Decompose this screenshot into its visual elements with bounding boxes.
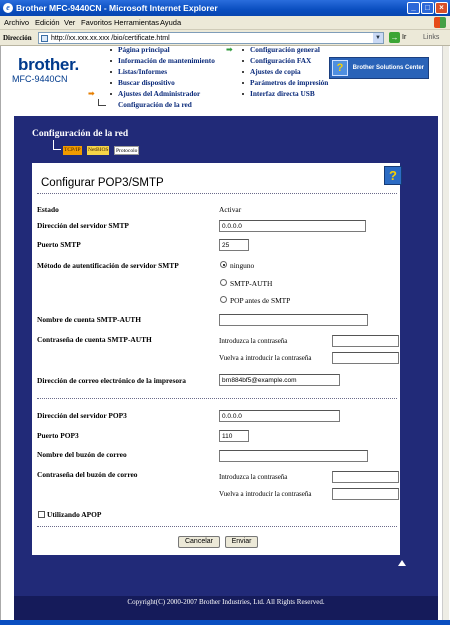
smtp-enter-password-label: Introduzca la contraseña	[219, 337, 288, 345]
smtp-password-label: Contraseña de cuenta SMTP-AUTH	[37, 335, 152, 344]
menu-archivo[interactable]: Archivo	[4, 18, 29, 27]
tree-connector-icon	[98, 99, 106, 106]
nav-item-lists[interactable]: Listas/Informes	[110, 67, 167, 76]
printer-email-input[interactable]	[219, 374, 340, 386]
page-icon	[41, 35, 48, 42]
window-bottom-border	[0, 620, 450, 625]
estado-value: Activar	[219, 205, 242, 214]
divider	[37, 398, 397, 399]
go-button[interactable]: Ir	[402, 34, 406, 41]
smtp-server-input[interactable]	[219, 220, 366, 232]
solutions-center-button[interactable]: ? Brother Solutions Center	[329, 57, 429, 79]
auth-none-label: ninguno	[230, 261, 255, 270]
divider	[37, 526, 397, 527]
mailbox-name-input[interactable]	[219, 450, 368, 462]
address-bar: Dirección http://xx.xxx.xx.xxx /bio/cert…	[0, 30, 450, 46]
nav-item-fax[interactable]: Configuración FAX	[242, 56, 311, 65]
nav-item-home[interactable]: Página principal	[110, 45, 170, 54]
smtp-port-label: Puerto SMTP	[37, 240, 81, 249]
address-url[interactable]: http://xx.xxx.xx.xxx /bio/certificate.ht…	[51, 35, 170, 42]
green-arrow-icon: ➡	[226, 45, 233, 54]
nav-item-find-device[interactable]: Buscar dispositivo	[110, 78, 175, 87]
mailbox-password-label: Contraseña del buzón de correo	[37, 470, 138, 479]
pop3-server-label: Dirección del servidor POP3	[37, 411, 127, 420]
smtp-password-confirm-input[interactable]	[332, 352, 399, 364]
copyright-text: Copyright(C) 2000-2007 Brother Industrie…	[127, 598, 325, 606]
menu-edicion[interactable]: Edición	[35, 18, 60, 27]
pop3-server-input[interactable]	[219, 410, 340, 422]
smtp-password-input[interactable]	[332, 335, 399, 347]
smtp-account-label: Nombre de cuenta SMTP-AUTH	[37, 315, 141, 324]
mailbox-password-confirm-input[interactable]	[332, 488, 399, 500]
model-name: MFC-9440CN	[12, 74, 68, 84]
pop3-port-label: Puerto POP3	[37, 431, 79, 440]
window-titlebar: e Brother MFC-9440CN - Microsoft Interne…	[0, 0, 450, 16]
maximize-button[interactable]: □	[421, 2, 434, 14]
auth-method-label: Método de autentificación de servidor SM…	[37, 261, 179, 270]
go-arrow-icon[interactable]: →	[389, 32, 400, 43]
nav-item-print[interactable]: Parámetros de impresión	[242, 78, 328, 87]
nav-item-admin[interactable]: ➡ Ajustes del Administrador	[88, 89, 200, 98]
mailbox-password-input[interactable]	[332, 471, 399, 483]
scroll-to-top-icon[interactable]	[398, 560, 406, 566]
mailbox-name-label: Nombre del buzón de correo	[37, 450, 127, 459]
mailbox-enter-password-label: Introduzca la contraseña	[219, 473, 288, 481]
tab-tcpip[interactable]: TCP/IP	[63, 146, 82, 155]
smtp-server-label: Dirección del servidor SMTP	[37, 221, 129, 230]
apop-checkbox[interactable]	[38, 511, 45, 518]
orange-arrow-icon: ➡	[88, 89, 95, 98]
printer-email-label: Dirección de correo electrónico de la im…	[37, 376, 186, 385]
nav-item-network-config[interactable]: Configuración de la red	[98, 99, 192, 109]
close-button[interactable]: ×	[435, 2, 448, 14]
pop3-port-input[interactable]	[219, 430, 249, 442]
windows-logo-icon	[434, 17, 446, 28]
cancel-button[interactable]: Cancelar	[178, 536, 220, 548]
menu-ayuda[interactable]: Ayuda	[160, 18, 181, 27]
menu-ver[interactable]: Ver	[64, 18, 75, 27]
help-question-icon: ?	[332, 60, 348, 76]
minimize-button[interactable]: _	[407, 2, 420, 14]
submit-button[interactable]: Enviar	[225, 536, 258, 548]
apop-label: Utilizando APOP	[47, 510, 102, 519]
address-label: Dirección	[3, 34, 32, 42]
estado-label: Estado	[37, 205, 59, 214]
window-title: Brother MFC-9440CN - Microsoft Internet …	[16, 3, 218, 13]
brother-logo: brother.	[18, 55, 79, 74]
form-title: Configurar POP3/SMTP	[41, 177, 164, 189]
radio-pop-before-smtp[interactable]	[220, 296, 227, 303]
tab-netbios[interactable]: NetBIOS	[87, 146, 110, 155]
smtp-reenter-password-label: Vuelva a introducir la contraseña	[219, 354, 312, 362]
smtp-port-input[interactable]	[219, 239, 249, 251]
tree-connector-icon	[53, 140, 61, 150]
divider	[37, 193, 397, 194]
chevron-down-icon[interactable]: ▼	[373, 33, 383, 43]
radio-smtp-auth[interactable]	[220, 279, 227, 286]
tab-protocolo[interactable]: Protocolo	[114, 146, 140, 155]
internet-explorer-icon: e	[3, 3, 13, 13]
nav-item-general[interactable]: ➡ Configuración general	[226, 45, 320, 54]
auth-pop-label: POP antes de SMTP	[230, 296, 291, 305]
settings-panel: Configuración de la red TCP/IP NetBIOS P…	[14, 116, 438, 621]
menu-bar: Archivo Edición Ver Favoritos Herramient…	[0, 16, 450, 30]
mailbox-reenter-password-label: Vuelva a introducir la contraseña	[219, 490, 312, 498]
footer: Copyright(C) 2000-2007 Brother Industrie…	[14, 596, 438, 621]
panel-title: Configuración de la red	[32, 129, 129, 139]
nav-item-maintenance[interactable]: Información de mantenimiento	[110, 56, 215, 65]
pop3-smtp-form: Configurar POP3/SMTP ? Estado Activar Di…	[32, 163, 402, 555]
solutions-center-label: Brother Solutions Center	[352, 65, 424, 71]
address-field[interactable]: http://xx.xxx.xx.xxx /bio/certificate.ht…	[38, 32, 384, 44]
links-button[interactable]: Links	[423, 34, 439, 41]
menu-herramientas[interactable]: Herramientas	[114, 18, 159, 27]
radio-auth-none[interactable]	[220, 261, 227, 268]
nav-item-copy[interactable]: Ajustes de copia	[242, 67, 301, 76]
scrollbar[interactable]	[442, 46, 449, 620]
menu-favoritos[interactable]: Favoritos	[81, 18, 112, 27]
auth-smtp-label: SMTP-AUTH	[230, 279, 273, 288]
help-question-icon[interactable]: ?	[384, 166, 402, 185]
nav-item-usb[interactable]: Interfaz directa USB	[242, 89, 315, 98]
smtp-account-input[interactable]	[219, 314, 368, 326]
